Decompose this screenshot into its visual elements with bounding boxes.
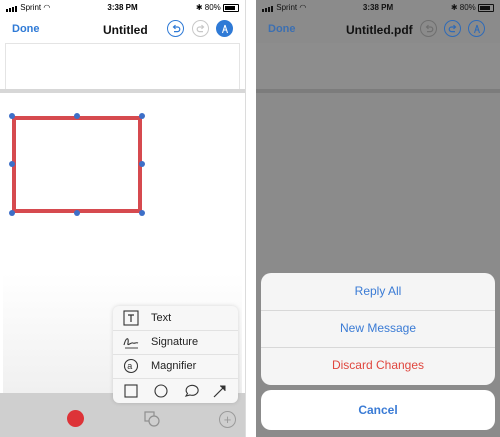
- menu-item-label: Signature: [151, 336, 199, 348]
- discard-sheet-screen: Sprint ◠ 3:38 PM ✱ 80% Done Untitled.pdf…: [256, 0, 500, 437]
- menu-item-label: Text: [151, 312, 172, 324]
- text-box-icon: [122, 309, 140, 327]
- resize-handle[interactable]: [139, 161, 145, 167]
- redo-icon[interactable]: [192, 20, 209, 37]
- document-header-area: [256, 43, 500, 89]
- new-message-button[interactable]: New Message: [261, 310, 495, 348]
- resize-handle[interactable]: [74, 210, 80, 216]
- redo-icon[interactable]: [444, 20, 461, 37]
- reply-all-button[interactable]: Reply All: [261, 273, 495, 311]
- status-bar: Sprint ◠ 3:38 PM ✱ 80%: [0, 0, 245, 14]
- shape-picker: [113, 378, 238, 403]
- menu-item-text[interactable]: Text: [113, 306, 238, 331]
- markup-pen-icon[interactable]: [468, 20, 485, 37]
- resize-handle[interactable]: [9, 210, 15, 216]
- resize-handle[interactable]: [139, 210, 145, 216]
- resize-handle[interactable]: [9, 113, 15, 119]
- signature-icon: [122, 333, 140, 351]
- bluetooth-icon: ✱: [450, 3, 458, 12]
- battery-percent: 80%: [459, 3, 476, 12]
- document-title: Untitled: [103, 23, 148, 37]
- menu-item-signature[interactable]: Signature: [113, 330, 238, 355]
- annotation-menu: Text Signature a Magnifier: [113, 306, 238, 403]
- action-sheet: Reply All New Message Discard Changes: [261, 273, 495, 385]
- shapes-icon[interactable]: [143, 410, 161, 428]
- resize-handle[interactable]: [139, 113, 145, 119]
- square-icon[interactable]: [123, 383, 139, 399]
- red-rectangle-annotation[interactable]: [12, 116, 142, 213]
- markup-pen-icon[interactable]: [216, 20, 233, 37]
- svg-text:a: a: [127, 361, 132, 371]
- speech-bubble-icon[interactable]: [183, 383, 199, 399]
- resize-handle[interactable]: [74, 113, 80, 119]
- nav-bar: Done Untitled: [0, 15, 245, 43]
- resize-handle[interactable]: [9, 161, 15, 167]
- cancel-button[interactable]: Cancel: [261, 390, 495, 430]
- menu-item-label: Magnifier: [151, 360, 197, 372]
- color-picker-button[interactable]: [67, 410, 84, 427]
- page-divider: [256, 89, 500, 93]
- battery-icon: [223, 3, 239, 12]
- battery-icon: [478, 3, 494, 12]
- markup-screen: Sprint ◠ 3:38 PM ✱ 80% Done Untitled + T…: [0, 0, 246, 437]
- menu-item-magnifier[interactable]: a Magnifier: [113, 354, 238, 379]
- circle-icon[interactable]: [153, 383, 169, 399]
- battery-percent: 80%: [204, 3, 221, 12]
- nav-bar: Done Untitled.pdf: [256, 15, 500, 43]
- bluetooth-icon: ✱: [195, 3, 203, 12]
- add-annotation-icon[interactable]: +: [219, 411, 236, 428]
- undo-icon[interactable]: [167, 20, 184, 37]
- discard-changes-button[interactable]: Discard Changes: [261, 347, 495, 384]
- undo-icon[interactable]: [420, 20, 437, 37]
- done-button[interactable]: Done: [268, 23, 296, 35]
- document-title: Untitled.pdf: [346, 23, 413, 37]
- done-button[interactable]: Done: [12, 23, 40, 35]
- document-header-area: [5, 43, 240, 91]
- arrow-icon[interactable]: [212, 383, 228, 399]
- magnifier-icon: a: [122, 357, 140, 375]
- status-bar: Sprint ◠ 3:38 PM ✱ 80%: [256, 0, 500, 14]
